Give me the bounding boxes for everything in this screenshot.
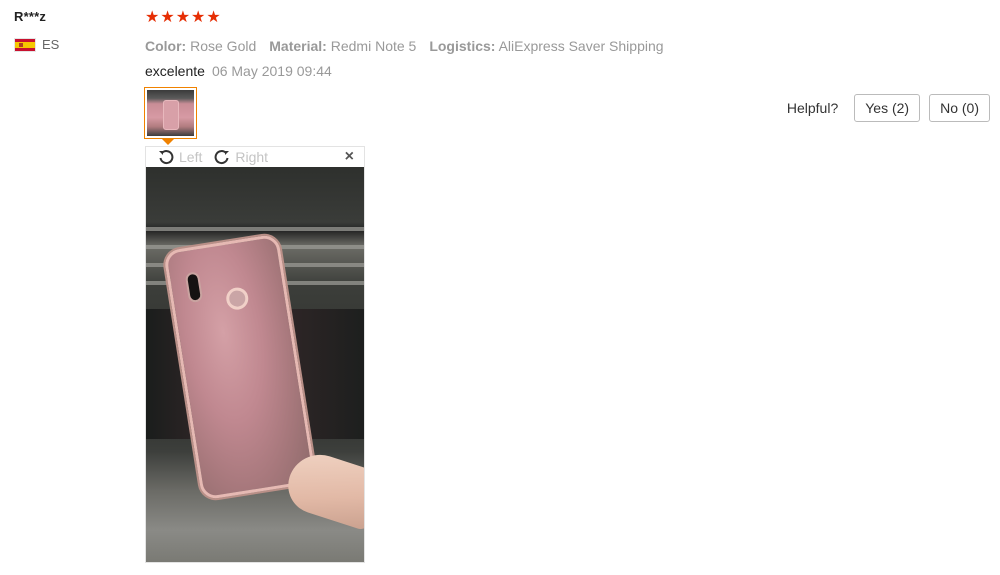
camera-icon: [184, 271, 204, 304]
review-comment: excelente: [145, 63, 205, 79]
spain-flag-icon: [14, 37, 36, 52]
attribute-material: Material: Redmi Note 5: [269, 38, 417, 54]
star-icon: ★: [191, 9, 206, 26]
review-photo-thumbnail[interactable]: [144, 87, 197, 139]
fingerprint-sensor: [224, 286, 250, 312]
rotate-left-button[interactable]: Left: [158, 149, 202, 165]
country-code: ES: [42, 37, 60, 52]
reviewer-country: ES: [14, 37, 59, 52]
rotate-left-label: Left: [179, 149, 203, 165]
review-body: ★ ★ ★ ★ ★ Color: Rose Gold Material: Red…: [145, 9, 990, 79]
close-icon[interactable]: ×: [345, 148, 354, 166]
attribute-logistics: Logistics: AliExpress Saver Shipping: [429, 38, 664, 54]
rotate-right-button[interactable]: Right: [214, 149, 268, 165]
thumbnail-image: [147, 90, 194, 136]
rotate-right-label: Right: [235, 149, 269, 165]
phone-case: [163, 233, 317, 501]
reviewer-name: R***z: [14, 9, 47, 24]
viewer-toolbar: Left Right ×: [146, 147, 364, 167]
star-rating: ★ ★ ★ ★ ★: [145, 9, 990, 27]
review-date: 06 May 2019 09:44: [211, 63, 332, 79]
helpful-label: Helpful?: [786, 100, 839, 116]
thumbnail-pointer-icon: [162, 139, 174, 145]
photo-viewer: Left Right ×: [145, 146, 365, 563]
review-photo: [146, 167, 364, 562]
rotate-left-icon: [159, 150, 174, 165]
star-icon: ★: [160, 9, 175, 26]
rotate-right-icon: [214, 150, 230, 165]
star-icon: ★: [206, 9, 221, 26]
reviewer-info: R***z ES: [14, 9, 59, 52]
helpful-votes: Helpful? Yes (2) No (0): [787, 94, 990, 122]
star-icon: ★: [175, 9, 191, 26]
helpful-yes-button[interactable]: Yes (2): [854, 94, 921, 122]
helpful-no-button[interactable]: No (0): [929, 94, 990, 122]
order-attributes: Color: Rose Gold Material: Redmi Note 5 …: [145, 38, 990, 54]
attribute-color: Color: Rose Gold: [145, 38, 257, 54]
comment-line: excelente 06 May 2019 09:44: [145, 63, 990, 79]
star-icon: ★: [145, 9, 160, 26]
